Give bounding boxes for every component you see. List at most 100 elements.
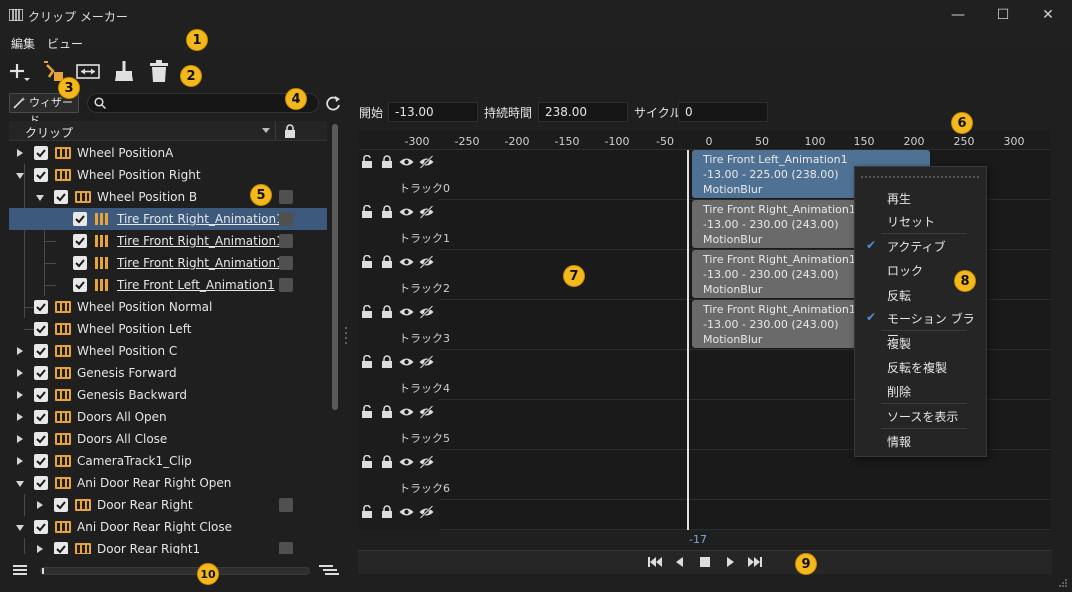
- lock-column-icon[interactable]: [284, 124, 296, 138]
- playhead[interactable]: [687, 150, 689, 530]
- row-lock-toggle[interactable]: [279, 212, 293, 226]
- lock-icon[interactable]: [381, 155, 393, 169]
- unlock-icon[interactable]: [361, 205, 373, 219]
- expand-icon[interactable]: [17, 347, 23, 355]
- unlock-icon[interactable]: [361, 355, 373, 369]
- menu-reset[interactable]: リセット: [887, 213, 935, 230]
- zoom-slider-handle[interactable]: [42, 568, 44, 574]
- eye-icon[interactable]: [399, 305, 414, 319]
- skip-to-end-icon[interactable]: [747, 555, 763, 569]
- tree-row[interactable]: Genesis Forward: [9, 362, 327, 384]
- row-checkbox[interactable]: [34, 344, 48, 358]
- tree-row[interactable]: CameraTrack1_Clip: [9, 450, 327, 472]
- expand-icon[interactable]: [17, 457, 23, 465]
- menu-reverse[interactable]: 反転: [887, 287, 911, 304]
- panel-splitter[interactable]: [344, 325, 348, 349]
- lock-icon[interactable]: [381, 505, 393, 519]
- row-checkbox[interactable]: [34, 388, 48, 402]
- timeline-track[interactable]: [359, 500, 1051, 530]
- sort-dropdown-icon[interactable]: [262, 128, 270, 133]
- menu-show-source[interactable]: ソースを表示: [887, 408, 958, 425]
- row-lock-toggle[interactable]: [279, 542, 293, 554]
- row-checkbox[interactable]: [34, 322, 48, 336]
- eye-slash-icon[interactable]: [419, 505, 434, 519]
- duration-input[interactable]: 238.00: [538, 102, 628, 122]
- eye-icon[interactable]: [399, 405, 414, 419]
- expand-icon[interactable]: [17, 391, 23, 399]
- tree-scrollbar-thumb[interactable]: [332, 124, 338, 410]
- tree-row[interactable]: Doors All Close: [9, 428, 327, 450]
- sweep-icon[interactable]: [111, 58, 137, 84]
- row-checkbox[interactable]: [34, 454, 48, 468]
- eye-icon[interactable]: [399, 455, 414, 469]
- tree-row[interactable]: Door Rear Right: [9, 494, 327, 516]
- row-checkbox[interactable]: [34, 300, 48, 314]
- row-checkbox[interactable]: [34, 168, 48, 182]
- expand-icon[interactable]: [37, 545, 43, 553]
- list-view-icon[interactable]: [13, 564, 27, 576]
- tree-row[interactable]: Wheel Position B: [9, 186, 327, 208]
- expand-icon[interactable]: [17, 435, 23, 443]
- stop-icon[interactable]: [697, 555, 713, 569]
- menu-lock[interactable]: ロック: [887, 262, 923, 279]
- tree-row[interactable]: Genesis Backward: [9, 384, 327, 406]
- row-checkbox[interactable]: [54, 498, 68, 512]
- minimize-button[interactable]: —: [944, 4, 972, 26]
- row-checkbox[interactable]: [54, 190, 68, 204]
- row-lock-toggle[interactable]: [279, 278, 293, 292]
- eye-icon[interactable]: [399, 255, 414, 269]
- tree-row[interactable]: Wheel Position C: [9, 340, 327, 362]
- menu-delete[interactable]: 削除: [887, 383, 911, 400]
- eye-slash-icon[interactable]: [419, 305, 434, 319]
- unlock-icon[interactable]: [361, 155, 373, 169]
- eye-slash-icon[interactable]: [419, 255, 434, 269]
- row-checkbox[interactable]: [34, 520, 48, 534]
- eye-icon[interactable]: [399, 155, 414, 169]
- tree-row[interactable]: Doors All Open: [9, 406, 327, 428]
- menu-play[interactable]: 再生: [887, 190, 911, 207]
- row-checkbox[interactable]: [54, 542, 68, 554]
- row-lock-toggle[interactable]: [279, 256, 293, 270]
- tree-row[interactable]: Ani Door Rear Right Close: [9, 516, 327, 538]
- eye-slash-icon[interactable]: [419, 405, 434, 419]
- eye-slash-icon[interactable]: [419, 355, 434, 369]
- collapse-icon[interactable]: [36, 195, 44, 201]
- tree-row[interactable]: Tire Front Right_Animation1: [9, 230, 327, 252]
- step-back-icon[interactable]: [672, 555, 688, 569]
- unlock-icon[interactable]: [361, 255, 373, 269]
- unlock-icon[interactable]: [361, 455, 373, 469]
- lock-icon[interactable]: [381, 255, 393, 269]
- cycle-input[interactable]: 0: [678, 102, 768, 122]
- add-dropdown-icon[interactable]: [6, 58, 32, 84]
- trash-icon[interactable]: [146, 58, 172, 84]
- row-checkbox[interactable]: [73, 212, 87, 226]
- eye-slash-icon[interactable]: [419, 205, 434, 219]
- collapse-icon[interactable]: [16, 173, 24, 179]
- row-lock-toggle[interactable]: [279, 234, 293, 248]
- row-lock-toggle[interactable]: [279, 190, 293, 204]
- row-checkbox[interactable]: [73, 234, 87, 248]
- play-icon[interactable]: [722, 555, 738, 569]
- eye-icon[interactable]: [399, 355, 414, 369]
- unlock-icon[interactable]: [361, 305, 373, 319]
- menu-view[interactable]: ビュー: [47, 35, 83, 52]
- lock-icon[interactable]: [381, 355, 393, 369]
- tree-row[interactable]: Wheel Position Left: [9, 318, 327, 340]
- start-input[interactable]: -13.00: [388, 102, 478, 122]
- tree-row[interactable]: Door Rear Right1: [9, 538, 327, 554]
- menu-duplicate[interactable]: 複製: [887, 335, 911, 352]
- tree-view-icon[interactable]: [319, 564, 339, 577]
- eye-icon[interactable]: [399, 205, 414, 219]
- unlock-icon[interactable]: [361, 505, 373, 519]
- row-checkbox[interactable]: [34, 432, 48, 446]
- tree-row[interactable]: Ani Door Rear Right Open: [9, 472, 327, 494]
- menu-duplicate-reversed[interactable]: 反転を複製: [887, 359, 947, 376]
- row-checkbox[interactable]: [34, 146, 48, 160]
- row-label[interactable]: Tire Front Right_Animation1: [117, 256, 284, 270]
- menu-active[interactable]: アクティブ: [887, 238, 946, 255]
- lock-icon[interactable]: [381, 305, 393, 319]
- tree-row[interactable]: Tire Front Right_Animation1: [9, 252, 327, 274]
- expand-icon[interactable]: [17, 413, 23, 421]
- row-checkbox[interactable]: [34, 476, 48, 490]
- eye-slash-icon[interactable]: [419, 155, 434, 169]
